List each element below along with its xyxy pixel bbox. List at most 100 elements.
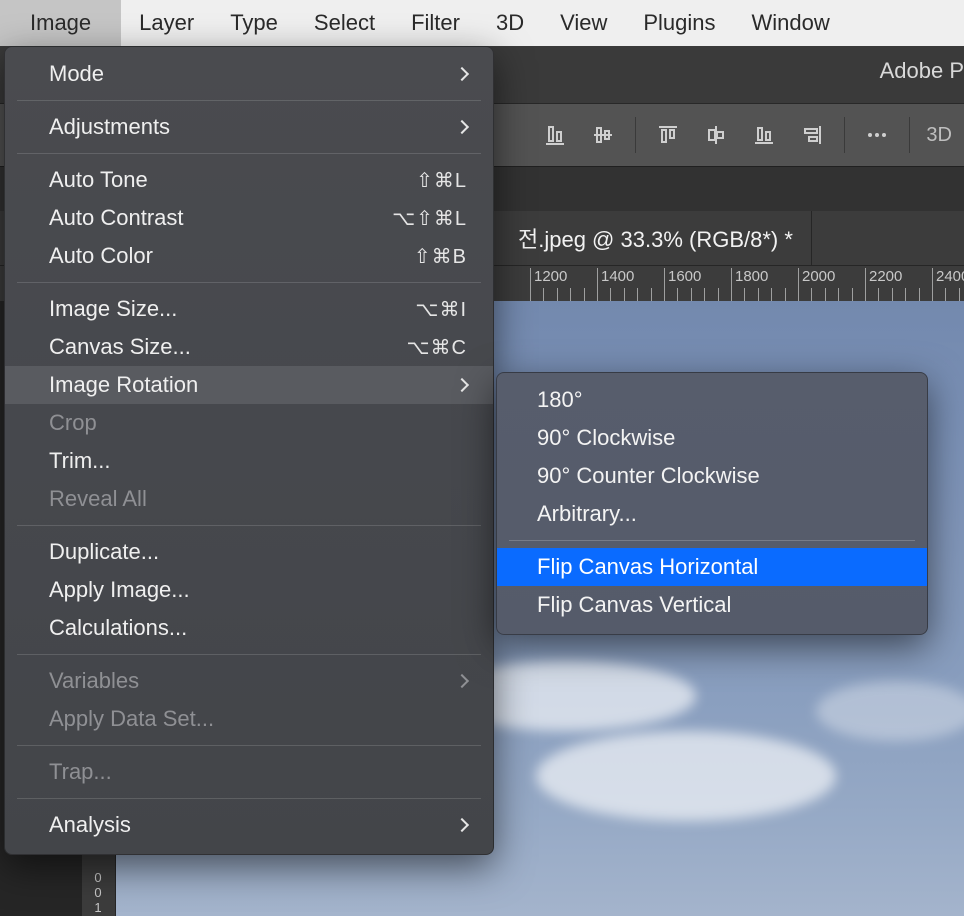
chevron-right-icon: [455, 378, 469, 392]
chevron-right-icon: [455, 818, 469, 832]
menu-item-auto-contrast[interactable]: Auto Contrast⌥⇧⌘L: [5, 199, 493, 237]
submenu-item-label: 90° Clockwise: [537, 425, 675, 451]
menu-item-reveal-all: Reveal All: [5, 480, 493, 518]
menu-item-label: Apply Data Set...: [49, 706, 467, 732]
menubar-item-select[interactable]: Select: [296, 0, 393, 46]
menu-item-variables: Variables: [5, 662, 493, 700]
app-title: Adobe P: [880, 46, 964, 96]
document-tab[interactable]: 전.jpeg @ 33.3% (RGB/8*) *: [500, 211, 812, 265]
ruler-tick-label: 2200: [869, 268, 902, 285]
menu-separator: [17, 282, 481, 283]
menu-item-label: Auto Contrast: [49, 205, 392, 231]
menu-item-shortcut: ⌥⌘C: [407, 335, 468, 360]
3d-mode-label[interactable]: 3D: [920, 124, 958, 147]
ruler-v-label: 0: [88, 886, 108, 899]
menu-item-label: Image Rotation: [49, 372, 457, 398]
menu-item-label: Duplicate...: [49, 539, 467, 565]
menu-item-calculations[interactable]: Calculations...: [5, 609, 493, 647]
chevron-right-icon: [455, 120, 469, 134]
toolbar-separator: [844, 117, 845, 153]
menu-item-adjustments[interactable]: Adjustments: [5, 108, 493, 146]
image-menu-dropdown: ModeAdjustmentsAuto Tone⇧⌘LAuto Contrast…: [4, 46, 494, 855]
distribute-hcenter-icon[interactable]: [694, 113, 738, 157]
menu-item-auto-color[interactable]: Auto Color⇧⌘B: [5, 237, 493, 275]
submenu-item-90-counter-clockwise[interactable]: 90° Counter Clockwise: [497, 457, 927, 495]
submenu-item-flip-canvas-vertical[interactable]: Flip Canvas Vertical: [497, 586, 927, 624]
menu-item-label: Analysis: [49, 812, 457, 838]
menu-item-label: Crop: [49, 410, 467, 436]
align-vcenter-icon[interactable]: [581, 113, 625, 157]
chevron-right-icon: [455, 674, 469, 688]
menu-item-auto-tone[interactable]: Auto Tone⇧⌘L: [5, 161, 493, 199]
ruler-tick-label: 1200: [534, 268, 567, 285]
menu-item-duplicate[interactable]: Duplicate...: [5, 533, 493, 571]
menu-item-image-rotation[interactable]: Image Rotation: [5, 366, 493, 404]
menu-item-apply-data-set: Apply Data Set...: [5, 700, 493, 738]
align-bottom-icon[interactable]: [533, 113, 577, 157]
menu-item-label: Calculations...: [49, 615, 467, 641]
menubar-item-layer[interactable]: Layer: [121, 0, 212, 46]
menu-separator: [17, 745, 481, 746]
ruler-tick-label: 2400: [936, 268, 964, 285]
menu-item-label: Mode: [49, 61, 457, 87]
ruler-tick-label: 2000: [802, 268, 835, 285]
image-rotation-submenu: 180° 90° Clockwise 90° Counter Clockwise Ar…: [496, 372, 928, 635]
ruler-v-label: 0: [88, 871, 108, 884]
menu-item-shortcut: ⌥⇧⌘L: [392, 206, 467, 231]
mac-menubar: ImageLayerTypeSelectFilter3DViewPluginsW…: [0, 0, 964, 46]
distribute-top-icon[interactable]: [646, 113, 690, 157]
menubar-item-3d[interactable]: 3D: [478, 0, 542, 46]
menubar-item-window[interactable]: Window: [734, 0, 848, 46]
document-tab-title: 전.jpeg @ 33.3% (RGB/8*) *: [518, 222, 793, 254]
toolbar-separator: [909, 117, 910, 153]
menu-item-label: Adjustments: [49, 114, 457, 140]
menu-item-analysis[interactable]: Analysis: [5, 806, 493, 844]
menu-item-label: Auto Tone: [49, 167, 416, 193]
toolbar-separator: [635, 117, 636, 153]
submenu-item-flip-canvas-horizontal[interactable]: Flip Canvas Horizontal: [497, 548, 927, 586]
menu-item-label: Reveal All: [49, 486, 467, 512]
menu-item-crop: Crop: [5, 404, 493, 442]
menu-item-label: Auto Color: [49, 243, 414, 269]
distribute-bottom-icon[interactable]: [742, 113, 786, 157]
menu-item-label: Trap...: [49, 759, 467, 785]
chevron-right-icon: [455, 67, 469, 81]
menubar-item-plugins[interactable]: Plugins: [625, 0, 733, 46]
ruler-tick-label: 1800: [735, 268, 768, 285]
menu-separator: [17, 525, 481, 526]
menubar-item-image[interactable]: Image: [0, 0, 121, 46]
menu-separator: [17, 654, 481, 655]
menu-separator: [17, 153, 481, 154]
submenu-item-label: Flip Canvas Vertical: [537, 592, 731, 618]
menu-separator: [17, 100, 481, 101]
menu-separator: [509, 540, 915, 541]
ruler-v-label: 1: [88, 901, 108, 914]
app-title-text: Adobe P: [880, 58, 964, 84]
menu-item-apply-image[interactable]: Apply Image...: [5, 571, 493, 609]
menu-item-shortcut: ⇧⌘L: [416, 168, 467, 193]
menubar-item-type[interactable]: Type: [212, 0, 296, 46]
menu-item-label: Trim...: [49, 448, 467, 474]
submenu-item-label: Arbitrary...: [537, 501, 637, 527]
menu-item-trim[interactable]: Trim...: [5, 442, 493, 480]
menu-item-image-size[interactable]: Image Size...⌥⌘I: [5, 290, 493, 328]
submenu-item-label: 90° Counter Clockwise: [537, 463, 760, 489]
menu-item-trap: Trap...: [5, 753, 493, 791]
menu-item-label: Image Size...: [49, 296, 415, 322]
submenu-item-arbitrary[interactable]: Arbitrary...: [497, 495, 927, 533]
menu-item-canvas-size[interactable]: Canvas Size...⌥⌘C: [5, 328, 493, 366]
submenu-item-180[interactable]: 180°: [497, 381, 927, 419]
submenu-item-90-clockwise[interactable]: 90° Clockwise: [497, 419, 927, 457]
more-options-icon[interactable]: [855, 113, 899, 157]
ruler-tick-label: 1400: [601, 268, 634, 285]
submenu-item-label: Flip Canvas Horizontal: [537, 554, 758, 580]
menu-item-label: Apply Image...: [49, 577, 467, 603]
menu-item-label: Variables: [49, 668, 457, 694]
ruler-tick-label: 1600: [668, 268, 701, 285]
menu-item-mode[interactable]: Mode: [5, 55, 493, 93]
menu-separator: [17, 798, 481, 799]
menubar-item-view[interactable]: View: [542, 0, 625, 46]
distribute-right-icon[interactable]: [790, 113, 834, 157]
menu-item-shortcut: ⌥⌘I: [415, 297, 467, 322]
menubar-item-filter[interactable]: Filter: [393, 0, 478, 46]
